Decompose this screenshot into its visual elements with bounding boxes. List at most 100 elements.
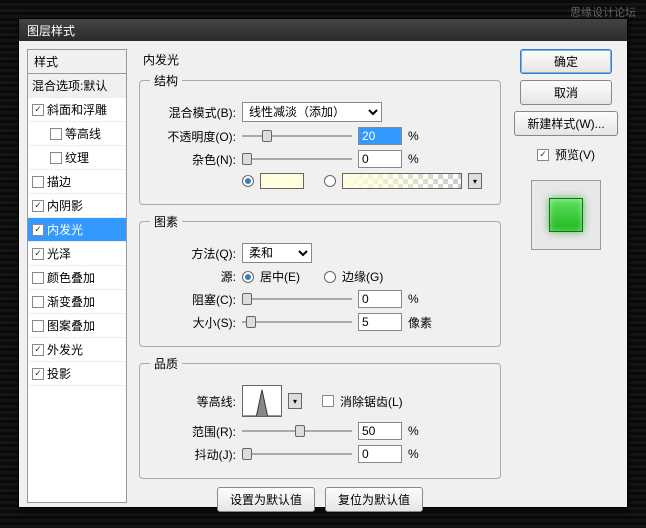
styles-list: 混合选项:默认 斜面和浮雕等高线纹理描边内阴影内发光光泽颜色叠加渐变叠加图案叠加… bbox=[27, 73, 127, 503]
style-item[interactable]: 斜面和浮雕 bbox=[28, 98, 126, 122]
noise-unit: % bbox=[408, 152, 438, 166]
style-item[interactable]: 外发光 bbox=[28, 338, 126, 362]
style-label: 内阴影 bbox=[47, 197, 83, 214]
technique-select[interactable]: 柔和 bbox=[242, 243, 312, 263]
choke-slider[interactable] bbox=[242, 291, 352, 307]
range-unit: % bbox=[408, 424, 438, 438]
range-label: 范围(R): bbox=[150, 423, 236, 440]
style-checkbox[interactable] bbox=[50, 128, 62, 140]
style-label: 投影 bbox=[47, 365, 71, 382]
style-checkbox[interactable] bbox=[32, 200, 44, 212]
elements-legend: 图素 bbox=[150, 213, 182, 230]
noise-slider[interactable] bbox=[242, 151, 352, 167]
style-label: 光泽 bbox=[47, 245, 71, 262]
style-item[interactable]: 渐变叠加 bbox=[28, 290, 126, 314]
preview-swatch bbox=[549, 198, 583, 232]
contour-picker[interactable] bbox=[242, 385, 282, 417]
blend-mode-select[interactable]: 线性减淡（添加） bbox=[242, 102, 382, 122]
source-center-radio[interactable] bbox=[242, 271, 254, 283]
style-checkbox[interactable] bbox=[32, 344, 44, 356]
style-checkbox[interactable] bbox=[32, 176, 44, 188]
style-label: 渐变叠加 bbox=[47, 293, 95, 310]
style-label: 图案叠加 bbox=[47, 317, 95, 334]
size-input[interactable] bbox=[358, 313, 402, 331]
noise-label: 杂色(N): bbox=[150, 151, 236, 168]
new-style-button[interactable]: 新建样式(W)... bbox=[514, 111, 617, 136]
quality-legend: 品质 bbox=[150, 355, 182, 372]
preview-label: 预览(V) bbox=[555, 146, 595, 163]
noise-input[interactable] bbox=[358, 150, 402, 168]
action-panel: 确定 取消 新建样式(W)... 预览(V) bbox=[513, 49, 619, 499]
gradient-radio[interactable] bbox=[324, 175, 336, 187]
style-checkbox[interactable] bbox=[32, 368, 44, 380]
gradient-dropdown-icon[interactable]: ▾ bbox=[468, 173, 482, 189]
jitter-input[interactable] bbox=[358, 445, 402, 463]
opacity-input[interactable] bbox=[358, 127, 402, 145]
opacity-slider[interactable] bbox=[242, 128, 352, 144]
range-input[interactable] bbox=[358, 422, 402, 440]
styles-panel: 样式 混合选项:默认 斜面和浮雕等高线纹理描边内阴影内发光光泽颜色叠加渐变叠加图… bbox=[27, 49, 127, 499]
antialias-label: 消除锯齿(L) bbox=[340, 393, 403, 410]
color-swatch[interactable] bbox=[260, 173, 304, 189]
structure-group: 结构 混合模式(B): 线性减淡（添加） 不透明度(O): % 杂色(N): % bbox=[139, 72, 501, 205]
blending-options-item[interactable]: 混合选项:默认 bbox=[28, 74, 126, 98]
contour-label: 等高线: bbox=[150, 393, 236, 410]
source-label: 源: bbox=[150, 268, 236, 285]
ok-button[interactable]: 确定 bbox=[520, 49, 612, 74]
choke-input[interactable] bbox=[358, 290, 402, 308]
jitter-label: 抖动(J): bbox=[150, 446, 236, 463]
choke-label: 阻塞(C): bbox=[150, 291, 236, 308]
gradient-swatch[interactable] bbox=[342, 173, 462, 189]
jitter-slider[interactable] bbox=[242, 446, 352, 462]
style-checkbox[interactable] bbox=[32, 320, 44, 332]
style-item[interactable]: 颜色叠加 bbox=[28, 266, 126, 290]
style-item[interactable]: 描边 bbox=[28, 170, 126, 194]
preview-checkbox[interactable] bbox=[537, 149, 549, 161]
contour-dropdown-icon[interactable]: ▾ bbox=[288, 393, 302, 409]
dialog-title: 图层样式 bbox=[27, 24, 75, 38]
style-label: 斜面和浮雕 bbox=[47, 101, 107, 118]
style-item[interactable]: 纹理 bbox=[28, 146, 126, 170]
jitter-unit: % bbox=[408, 447, 438, 461]
style-item[interactable]: 内阴影 bbox=[28, 194, 126, 218]
source-edge-label: 边缘(G) bbox=[342, 268, 383, 285]
cancel-button[interactable]: 取消 bbox=[520, 80, 612, 105]
size-unit: 像素 bbox=[408, 314, 438, 331]
style-checkbox[interactable] bbox=[32, 296, 44, 308]
style-item[interactable]: 图案叠加 bbox=[28, 314, 126, 338]
style-item[interactable]: 内发光 bbox=[28, 218, 126, 242]
make-default-button[interactable]: 设置为默认值 bbox=[217, 487, 315, 512]
quality-group: 品质 等高线: ▾ 消除锯齿(L) 范围(R): % bbox=[139, 355, 501, 479]
style-checkbox[interactable] bbox=[32, 248, 44, 260]
style-label: 颜色叠加 bbox=[47, 269, 95, 286]
layer-style-dialog: 图层样式 样式 混合选项:默认 斜面和浮雕等高线纹理描边内阴影内发光光泽颜色叠加… bbox=[18, 18, 628, 508]
style-item[interactable]: 投影 bbox=[28, 362, 126, 386]
style-checkbox[interactable] bbox=[32, 272, 44, 284]
blend-mode-label: 混合模式(B): bbox=[150, 104, 236, 121]
style-checkbox[interactable] bbox=[32, 224, 44, 236]
reset-default-button[interactable]: 复位为默认值 bbox=[325, 487, 423, 512]
style-checkbox[interactable] bbox=[50, 152, 62, 164]
styles-header: 样式 bbox=[27, 49, 127, 73]
style-item[interactable]: 等高线 bbox=[28, 122, 126, 146]
settings-panel: 内发光 结构 混合模式(B): 线性减淡（添加） 不透明度(O): % 杂色(N… bbox=[135, 49, 505, 499]
style-label: 纹理 bbox=[65, 149, 89, 166]
technique-label: 方法(Q): bbox=[150, 245, 236, 262]
choke-unit: % bbox=[408, 292, 438, 306]
style-label: 描边 bbox=[47, 173, 71, 190]
style-checkbox[interactable] bbox=[32, 104, 44, 116]
color-radio[interactable] bbox=[242, 175, 254, 187]
antialias-checkbox[interactable] bbox=[322, 395, 334, 407]
size-label: 大小(S): bbox=[150, 314, 236, 331]
opacity-label: 不透明度(O): bbox=[150, 128, 236, 145]
dialog-titlebar[interactable]: 图层样式 bbox=[19, 19, 627, 41]
elements-group: 图素 方法(Q): 柔和 源: 居中(E) 边缘(G) 阻塞(C): bbox=[139, 213, 501, 347]
effect-title: 内发光 bbox=[143, 51, 501, 68]
style-item[interactable]: 光泽 bbox=[28, 242, 126, 266]
range-slider[interactable] bbox=[242, 423, 352, 439]
size-slider[interactable] bbox=[242, 314, 352, 330]
opacity-unit: % bbox=[408, 129, 438, 143]
style-label: 外发光 bbox=[47, 341, 83, 358]
style-label: 等高线 bbox=[65, 125, 101, 142]
source-edge-radio[interactable] bbox=[324, 271, 336, 283]
